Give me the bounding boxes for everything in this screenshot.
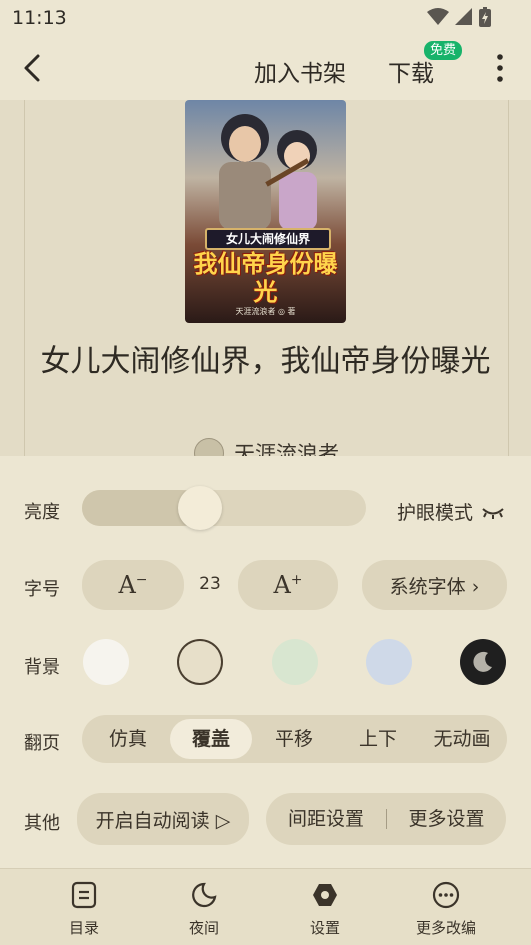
more-vertical-icon[interactable] <box>490 52 510 84</box>
author-avatar <box>194 438 224 456</box>
spacing-settings-button[interactable]: 间距设置 <box>266 793 386 845</box>
brightness-slider-knob[interactable] <box>178 486 222 530</box>
font-decrease-button[interactable]: A− <box>82 560 184 610</box>
status-time: 11:13 <box>12 7 67 29</box>
background-swatch-dark[interactable] <box>460 639 506 685</box>
settings-icon <box>313 884 337 906</box>
spacing-settings-group: 间距设置 更多设置 <box>266 793 506 845</box>
top-bar: 加入书架 下载 免费 <box>0 36 531 100</box>
nav-night-mode[interactable]: 夜间 <box>154 869 254 945</box>
background-swatch-green[interactable] <box>272 639 318 685</box>
page-flip-label: 翻页 <box>24 733 60 754</box>
author-row: 天涯流浪者 <box>194 438 339 456</box>
auto-read-label: 开启自动阅读 ▷ <box>95 809 231 832</box>
cover-characters-illustration <box>219 114 317 230</box>
bottom-navigation: 目录 夜间 设置 更多改编 <box>0 868 531 945</box>
flip-option-none[interactable]: 无动画 <box>420 715 504 763</box>
auto-read-button[interactable]: 开启自动阅读 ▷ <box>77 793 249 845</box>
brightness-slider[interactable] <box>82 486 366 530</box>
font-increase-button[interactable]: A+ <box>238 560 338 610</box>
eye-mode-label: 护眼模式 <box>397 502 474 524</box>
book-page-preview: 女儿大闹修仙界 我仙帝身份曝光 天涯流浪者 ◎ 著 女儿大闹修仙界，我仙帝身份曝… <box>0 100 531 456</box>
background-swatch-beige[interactable] <box>177 639 223 685</box>
background-swatch-blue[interactable] <box>366 639 412 685</box>
author-name: 天涯流浪者 <box>234 442 339 456</box>
system-font-button[interactable]: 系统字体 › <box>362 560 507 610</box>
background-label: 背景 <box>24 657 60 678</box>
brightness-label: 亮度 <box>24 502 60 523</box>
cover-author: 天涯流浪者 ◎ 著 <box>235 307 296 316</box>
flip-option-vertical[interactable]: 上下 <box>336 715 420 763</box>
book-title: 女儿大闹修仙界，我仙帝身份曝光 <box>40 344 491 379</box>
cover-banner: 女儿大闹修仙界 <box>205 228 331 250</box>
moon-icon <box>473 651 492 672</box>
eye-protection-toggle[interactable]: 护眼模式 <box>397 498 505 525</box>
font-size-value: 23 <box>199 574 221 594</box>
signal-icon <box>455 8 472 25</box>
font-decrease-icon: A− <box>118 571 148 599</box>
back-arrow-icon[interactable] <box>16 50 52 86</box>
cover-title: 我仙帝身份曝光 <box>193 250 338 306</box>
flip-option-cover[interactable]: 覆盖 <box>170 719 252 759</box>
status-bar: 11:13 <box>0 0 531 36</box>
font-increase-icon: A+ <box>273 571 303 599</box>
nav-settings[interactable]: 设置 <box>275 869 375 945</box>
more-settings-button[interactable]: 更多设置 <box>387 793 506 845</box>
flip-option-slide[interactable]: 平移 <box>252 715 336 763</box>
other-label: 其他 <box>24 813 60 834</box>
nav-catalog-label: 目录 <box>68 919 99 937</box>
font-size-label: 字号 <box>24 579 60 600</box>
flip-option-simulation[interactable]: 仿真 <box>86 715 170 763</box>
nav-more-adaptations[interactable]: 更多改编 <box>396 869 496 945</box>
nav-more-label: 更多改编 <box>415 919 476 937</box>
page-flip-selector: 仿真 覆盖 平移 上下 无动画 <box>82 715 507 763</box>
background-swatch-white[interactable] <box>83 639 129 685</box>
more-circle-icon <box>432 881 460 909</box>
add-to-shelf-button[interactable]: 加入书架 <box>254 54 346 88</box>
catalog-icon <box>71 881 97 909</box>
closed-eye-icon <box>482 507 504 519</box>
battery-icon <box>479 7 491 27</box>
system-font-label: 系统字体 › <box>389 575 480 598</box>
book-cover[interactable]: 女儿大闹修仙界 我仙帝身份曝光 天涯流浪者 ◎ 著 <box>185 100 346 323</box>
wifi-icon <box>427 8 449 25</box>
nav-settings-label: 设置 <box>309 919 340 937</box>
status-icons <box>427 7 491 27</box>
nav-catalog[interactable]: 目录 <box>34 869 134 945</box>
free-badge: 免费 <box>424 41 463 60</box>
moon-icon <box>192 882 217 908</box>
nav-night-label: 夜间 <box>188 919 219 937</box>
download-button[interactable]: 下载 <box>388 54 434 88</box>
